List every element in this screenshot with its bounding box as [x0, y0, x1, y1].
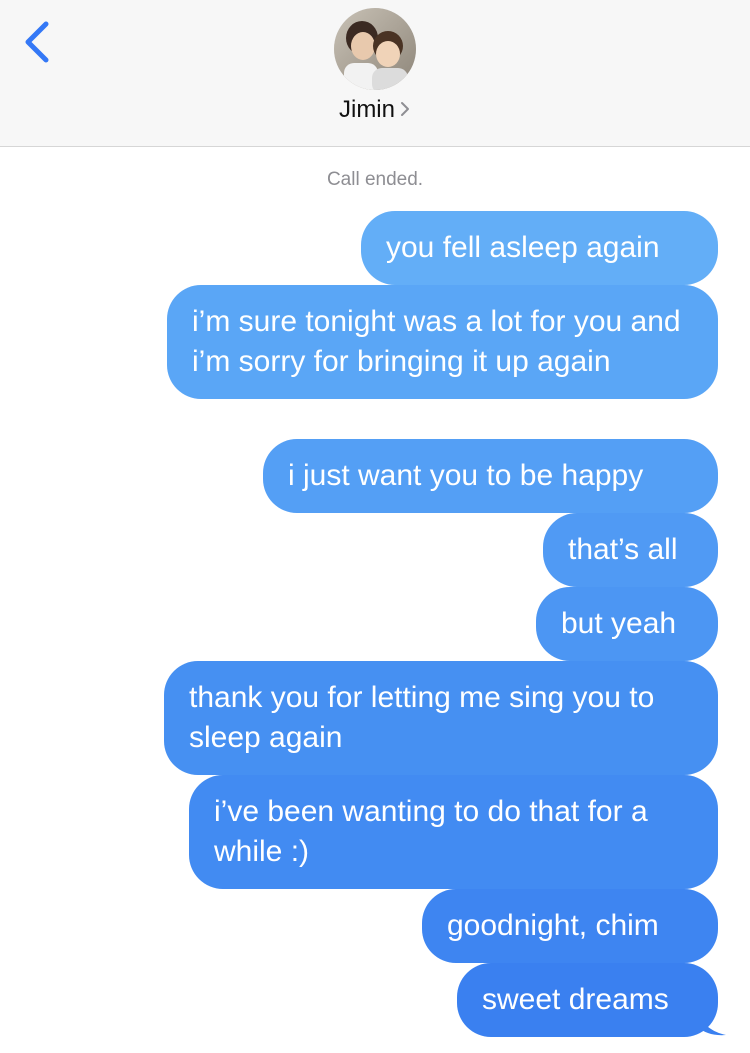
- avatar-photo: [334, 8, 416, 90]
- sent-message-bubble[interactable]: that’s all: [543, 513, 718, 587]
- back-button[interactable]: [18, 18, 62, 68]
- sent-message-bubble[interactable]: i’m sure tonight was a lot for you and i…: [167, 285, 718, 399]
- sent-message-bubble[interactable]: thank you for letting me sing you to sle…: [164, 661, 718, 775]
- chevron-right-icon: [401, 102, 409, 117]
- sent-message-bubble[interactable]: i just want you to be happy: [263, 439, 718, 513]
- call-status-message: Call ended.: [326, 169, 424, 190]
- sent-message-bubble[interactable]: goodnight, chim: [422, 889, 718, 963]
- conversation-header: Jimin: [0, 0, 750, 147]
- contact-name: Jimin: [338, 96, 395, 123]
- sent-message-bubble[interactable]: sweet dreams: [457, 963, 718, 1037]
- contact-avatar[interactable]: [334, 8, 416, 90]
- contact-name-button[interactable]: Jimin: [0, 96, 750, 124]
- chevron-left-icon: [25, 21, 49, 63]
- bubble-tail: [698, 1009, 726, 1036]
- sent-message-bubble[interactable]: you fell asleep again: [361, 211, 718, 285]
- sent-message-bubble[interactable]: but yeah: [536, 587, 718, 661]
- message-thread: you fell asleep again i’m sure tonight w…: [0, 210, 750, 1053]
- sent-message-bubble[interactable]: i’ve been wanting to do that for a while…: [189, 775, 718, 889]
